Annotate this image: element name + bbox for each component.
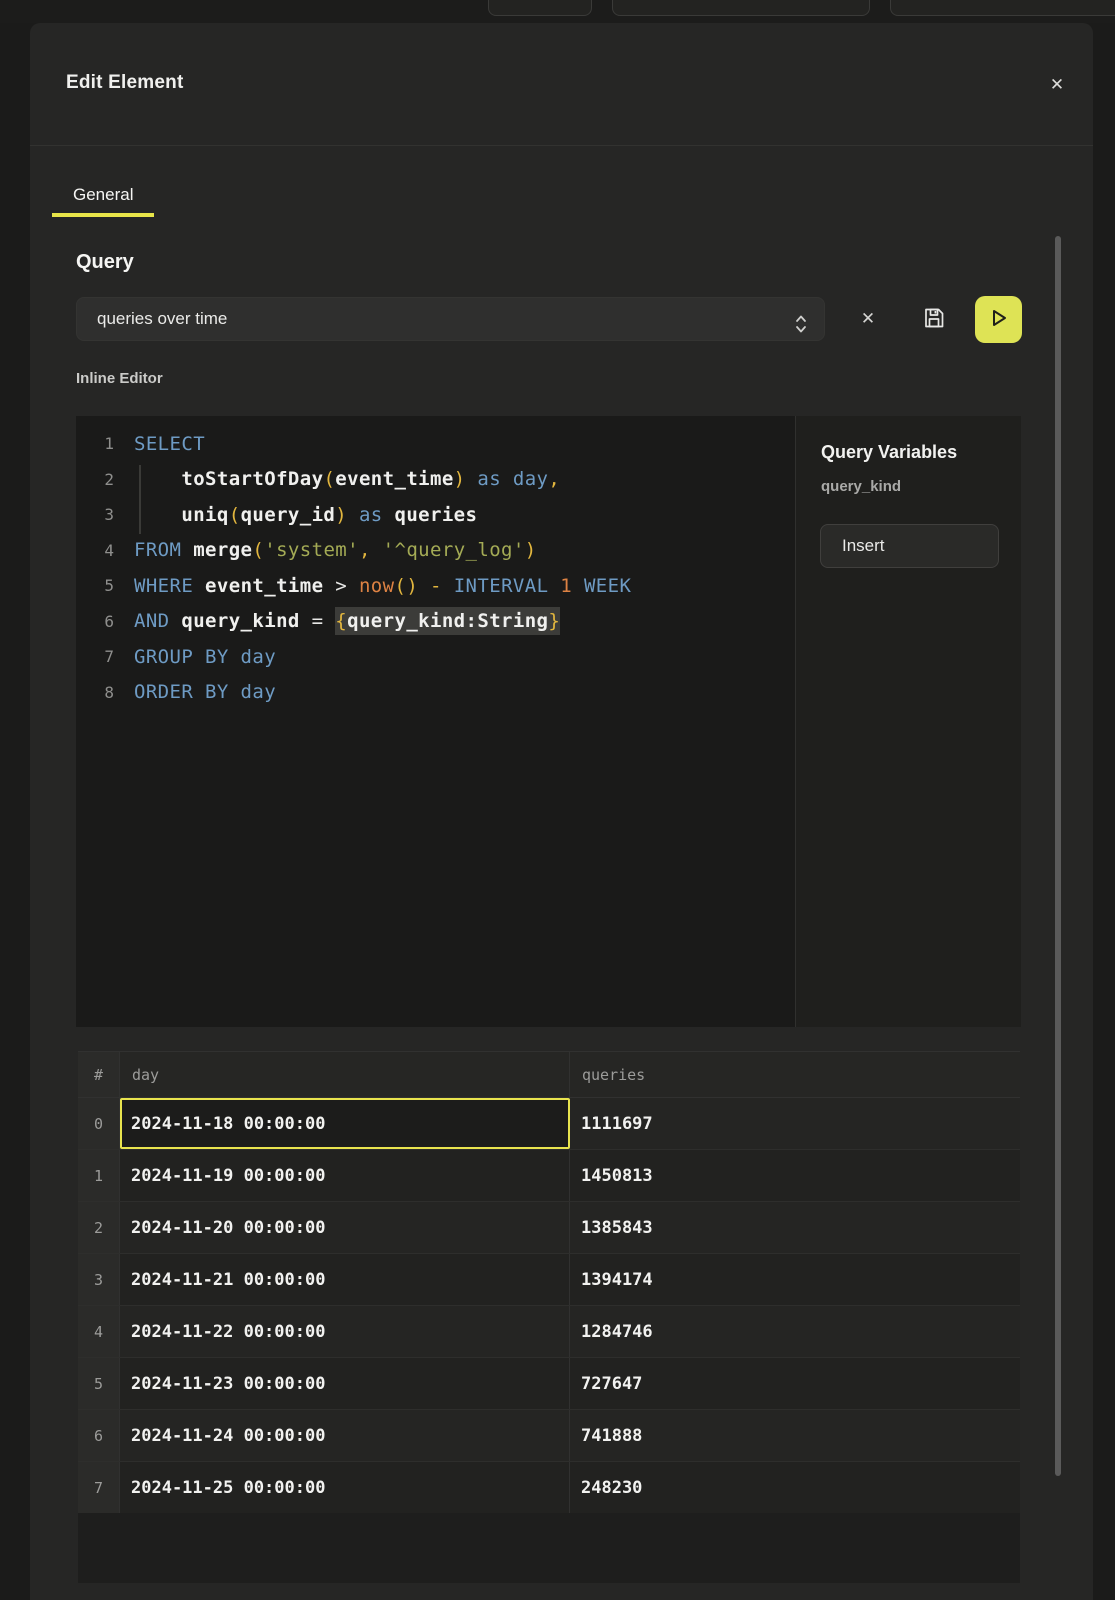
table-row: 32024-11-21 00:00:001394174 [78, 1254, 1020, 1306]
row-index-cell[interactable]: 0 [78, 1098, 120, 1149]
background-toolbar-button [890, 0, 1115, 16]
header-cell-index[interactable]: # [78, 1052, 120, 1097]
code-line[interactable]: 4FROM merge('system', '^query_log') [76, 533, 795, 569]
line-number: 6 [76, 612, 114, 631]
play-icon [989, 307, 1009, 332]
table-row: 22024-11-20 00:00:001385843 [78, 1202, 1020, 1254]
line-number: 2 [76, 470, 114, 489]
cell-day[interactable]: 2024-11-21 00:00:00 [120, 1254, 570, 1305]
row-index-cell[interactable]: 1 [78, 1150, 120, 1201]
query-select[interactable]: queries over time [76, 297, 825, 341]
code-line-text: AND query_kind = {query_kind:String} [114, 610, 560, 632]
row-index-cell[interactable]: 5 [78, 1358, 120, 1409]
background-toolbar-button [612, 0, 870, 16]
cell-queries[interactable]: 1385843 [570, 1202, 1020, 1253]
variable-name-label: query_kind [821, 478, 901, 495]
cell-day[interactable]: 2024-11-22 00:00:00 [120, 1306, 570, 1357]
save-query-button[interactable] [919, 304, 949, 334]
query-select-value: queries over time [97, 309, 227, 328]
background-toolbar-button [488, 0, 592, 16]
code-line[interactable]: 6AND query_kind = {query_kind:String} [76, 604, 795, 640]
table-row: 52024-11-23 00:00:00727647 [78, 1358, 1020, 1410]
code-line-text: ORDER BY day [114, 681, 276, 703]
line-number: 4 [76, 541, 114, 560]
cell-day[interactable]: 2024-11-20 00:00:00 [120, 1202, 570, 1253]
close-icon: ✕ [1050, 75, 1064, 95]
cell-queries[interactable]: 1284746 [570, 1306, 1020, 1357]
background-app-toolbar [0, 0, 1115, 23]
sql-editor[interactable]: 1SELECT2 toStartOfDay(event_time) as day… [76, 416, 1021, 1027]
table-header-row: # day queries [78, 1052, 1020, 1098]
edit-element-modal: Edit Element ✕ General Query queries ove… [30, 23, 1093, 1600]
query-variables-heading: Query Variables [821, 442, 957, 463]
code-line-text: WHERE event_time > now() - INTERVAL 1 WE… [114, 575, 631, 597]
code-line[interactable]: 1SELECT [76, 426, 795, 462]
chevron-up-down-icon [794, 309, 808, 351]
cell-day[interactable]: 2024-11-23 00:00:00 [120, 1358, 570, 1409]
cell-queries[interactable]: 1394174 [570, 1254, 1020, 1305]
code-line-text: SELECT [114, 433, 205, 455]
insert-variable-button[interactable]: Insert [820, 524, 999, 568]
line-number: 3 [76, 505, 114, 524]
cell-queries[interactable]: 1111697 [570, 1098, 1020, 1149]
cell-day[interactable]: 2024-11-25 00:00:00 [120, 1462, 570, 1513]
code-line[interactable]: 7GROUP BY day [76, 639, 795, 675]
cell-queries[interactable]: 248230 [570, 1462, 1020, 1513]
query-section-heading: Query [76, 251, 134, 274]
table-row: 12024-11-19 00:00:001450813 [78, 1150, 1020, 1202]
line-number: 7 [76, 647, 114, 666]
indent-guide [139, 465, 141, 534]
line-number: 8 [76, 683, 114, 702]
line-number: 1 [76, 434, 114, 453]
line-number: 5 [76, 576, 114, 595]
cell-day[interactable]: 2024-11-24 00:00:00 [120, 1410, 570, 1461]
code-line[interactable]: 8ORDER BY day [76, 675, 795, 711]
table-body: 02024-11-18 00:00:00111169712024-11-19 0… [78, 1098, 1020, 1514]
close-button[interactable]: ✕ [1043, 71, 1071, 99]
code-line[interactable]: 5WHERE event_time > now() - INTERVAL 1 W… [76, 568, 795, 604]
inline-editor-label: Inline Editor [76, 370, 163, 387]
header-divider [30, 145, 1093, 146]
row-index-cell[interactable]: 7 [78, 1462, 120, 1513]
modal-scrollbar-thumb[interactable] [1055, 236, 1061, 1476]
cell-queries[interactable]: 1450813 [570, 1150, 1020, 1201]
header-cell-day[interactable]: day [120, 1052, 570, 1097]
row-index-cell[interactable]: 2 [78, 1202, 120, 1253]
row-index-cell[interactable]: 6 [78, 1410, 120, 1461]
table-row: 62024-11-24 00:00:00741888 [78, 1410, 1020, 1462]
code-line-text: toStartOfDay(event_time) as day, [114, 468, 560, 490]
clear-x-icon: ✕ [861, 309, 875, 329]
cell-day[interactable]: 2024-11-19 00:00:00 [120, 1150, 570, 1201]
cell-queries[interactable]: 727647 [570, 1358, 1020, 1409]
code-line-text: FROM merge('system', '^query_log') [114, 539, 537, 561]
table-footer-strip [78, 1513, 1020, 1583]
clear-query-button[interactable]: ✕ [853, 304, 883, 334]
code-line-text: GROUP BY day [114, 646, 276, 668]
code-line-text: uniq(query_id) as queries [114, 504, 477, 526]
header-cell-queries[interactable]: queries [570, 1052, 1020, 1097]
run-query-button[interactable] [975, 296, 1022, 343]
row-index-cell[interactable]: 3 [78, 1254, 120, 1305]
query-variables-panel: Query Variables query_kind Insert [795, 416, 1021, 1027]
cell-queries[interactable]: 741888 [570, 1410, 1020, 1461]
table-row: 02024-11-18 00:00:001111697 [78, 1098, 1020, 1150]
table-row: 42024-11-22 00:00:001284746 [78, 1306, 1020, 1358]
tab-general[interactable]: General [52, 173, 154, 217]
code-line[interactable]: 3 uniq(query_id) as queries [76, 497, 795, 533]
table-row: 72024-11-25 00:00:00248230 [78, 1462, 1020, 1514]
row-index-cell[interactable]: 4 [78, 1306, 120, 1357]
modal-title: Edit Element [66, 72, 183, 94]
results-table: # day queries 02024-11-18 00:00:00111169… [78, 1051, 1020, 1514]
code-line[interactable]: 2 toStartOfDay(event_time) as day, [76, 462, 795, 498]
save-floppy-icon [922, 306, 946, 333]
cell-day[interactable]: 2024-11-18 00:00:00 [120, 1098, 570, 1149]
code-lines[interactable]: 1SELECT2 toStartOfDay(event_time) as day… [76, 416, 795, 1027]
